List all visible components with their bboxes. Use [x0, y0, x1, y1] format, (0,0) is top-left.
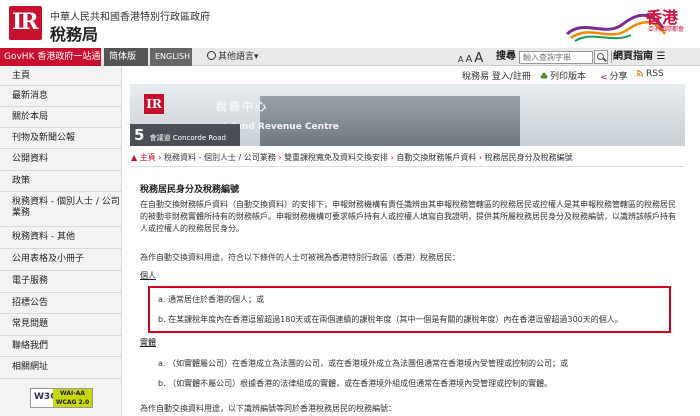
footer-paragraph: 為作自動交換資料用途，以下識辨編號等同於香港稅務居民的稅務編號： [140, 404, 396, 413]
sidebar-item-tenders[interactable]: 招標公告 [0, 293, 122, 314]
sidebar-item-publications[interactable]: 刊物及新聞公報 [0, 128, 122, 149]
search-input[interactable] [519, 51, 593, 64]
brand-subtext: 亞洲國際都會 [647, 26, 684, 33]
sidebar-item-home[interactable]: 主頁 [0, 66, 122, 86]
font-large-button[interactable]: A [474, 51, 483, 66]
sidebar-item-faq[interactable]: 常見問題 [0, 314, 122, 336]
print-link[interactable]: 列印版本 [540, 69, 586, 82]
entity-item-a: a. （如實體屬公司）在香港成立為法團的公司，或在香港境外成立為法團但通常在香港… [158, 359, 568, 368]
sidebar-item-policy[interactable]: 政策 [0, 171, 122, 192]
simplified-chinese-link[interactable]: 简体版 [104, 48, 148, 66]
sidebar-item-contact[interactable]: 聯絡我們 [0, 336, 122, 357]
breadcrumb-current: 稅務居民身分及稅務編號 [484, 153, 573, 162]
department-logo[interactable]: IR [9, 6, 42, 40]
rss-link[interactable]: RSS [636, 69, 664, 79]
sidebar-item-news[interactable]: 最新消息 [0, 86, 122, 107]
individual-heading: 個人 [140, 271, 156, 280]
banner-plaque-english: Inland Revenue Centre [223, 122, 339, 132]
wcag-badge[interactable]: W3C WAI-AA WCAG 2.0 [30, 388, 93, 408]
banner-address: 5 會議道 Concorde Road [130, 124, 240, 146]
sidebar-item-forms[interactable]: 公用表格及小冊子 [0, 249, 122, 271]
font-medium-button[interactable]: A [465, 54, 472, 65]
banner-image: IR 稅務中心 Inland Revenue Centre 5 會議道 Conc… [130, 84, 685, 146]
menu-icon: ☰ [656, 51, 666, 62]
rss-icon [636, 70, 643, 77]
brand-hong-kong-logo: 香港 亞洲國際都會 [565, 4, 690, 44]
sidebar-item-tax-individual-business[interactable]: 稅務資料 - 個別人士 / 公司業務 [0, 192, 122, 227]
divider [611, 51, 612, 63]
share-link[interactable]: < 分享 [600, 69, 628, 83]
printer-icon [540, 72, 548, 79]
sidebar-item-open-data[interactable]: 公開資料 [0, 149, 122, 171]
banner-logo: IR [144, 94, 164, 114]
site-header: IR 中華人民共和國香港特別行政區政府 稅務局 香港 亞洲國際都會 [0, 0, 700, 48]
divider [130, 166, 685, 167]
chevron-down-icon: ▾ [254, 52, 259, 62]
sitemap-link[interactable]: 網頁指南 ☰ [613, 48, 665, 66]
intro-paragraph: 在自動交換財務帳戶資料（自動交換資料）的安排下，申報財務機構有責任識辨由其申報稅… [140, 200, 676, 233]
breadcrumb-home[interactable]: 主頁 [140, 153, 156, 162]
breadcrumb-item[interactable]: 稅務資料 - 個別人士 / 公司業務 [164, 153, 276, 162]
utility-toolbar: 稅務易 登入/註冊 列印版本 < 分享 RSS [122, 66, 700, 84]
page-title: 稅務居民身分及稅務編號 [140, 185, 240, 195]
share-icon: < [600, 73, 608, 83]
individual-item-a: a. 通常居住於香港的個人；或 [158, 295, 264, 304]
sidebar-item-e-services[interactable]: 電子服務 [0, 271, 122, 293]
sidebar-menu: 主頁 最新消息 關於本局 刊物及新聞公報 公開資料 政策 稅務資料 - 個別人士… [0, 66, 122, 416]
entity-heading: 實體 [140, 338, 156, 347]
font-small-button[interactable]: A [458, 55, 463, 64]
font-size-controls: AAA [458, 48, 485, 66]
home-icon: ▲ [131, 153, 138, 162]
department-name: 稅務局 [50, 25, 99, 44]
sidebar-item-about[interactable]: 關於本局 [0, 107, 122, 128]
breadcrumb: ▲ 主頁 › 稅務資料 - 個別人士 / 公司業務 › 雙重課稅寬免及資料交換安… [131, 152, 573, 163]
other-languages-link[interactable]: 其他語言▾ [207, 48, 259, 66]
breadcrumb-item[interactable]: 雙重課稅寬免及資料交換安排 [284, 153, 388, 162]
search-label: 搜尋 [496, 51, 516, 62]
etax-login-link[interactable]: 稅務易 登入/註冊 [462, 69, 531, 82]
banner-plaque-chinese: 稅務中心 [216, 100, 268, 113]
english-link[interactable]: ENGLISH [150, 48, 192, 66]
breadcrumb-item[interactable]: 自動交換財務帳戶資料 [396, 153, 476, 162]
entity-item-b: b. （如實體不屬公司）根據香港的法律組成的實體，或在香港境外組成但通常在香港境… [158, 379, 553, 388]
criteria-intro: 為作自動交換資料用途，符合以下條件的人士可被視為香港特別行政區（香港）稅務居民： [140, 253, 460, 262]
govhk-link[interactable]: GovHK 香港政府一站通 [0, 48, 101, 66]
search-button[interactable] [594, 50, 608, 64]
top-navigation: GovHK 香港政府一站通 简体版 ENGLISH 其他語言▾ AAA 搜尋 網… [0, 48, 700, 66]
sidebar-item-related-links[interactable]: 相關網址 [0, 357, 122, 379]
individual-item-b: b. 在某課稅年度內在香港逗留超過180天或在兩個連續的課稅年度（其中一個是有關… [158, 315, 623, 324]
globe-icon [207, 51, 216, 60]
sidebar-item-tax-other[interactable]: 稅務資料 - 其他 [0, 227, 122, 249]
